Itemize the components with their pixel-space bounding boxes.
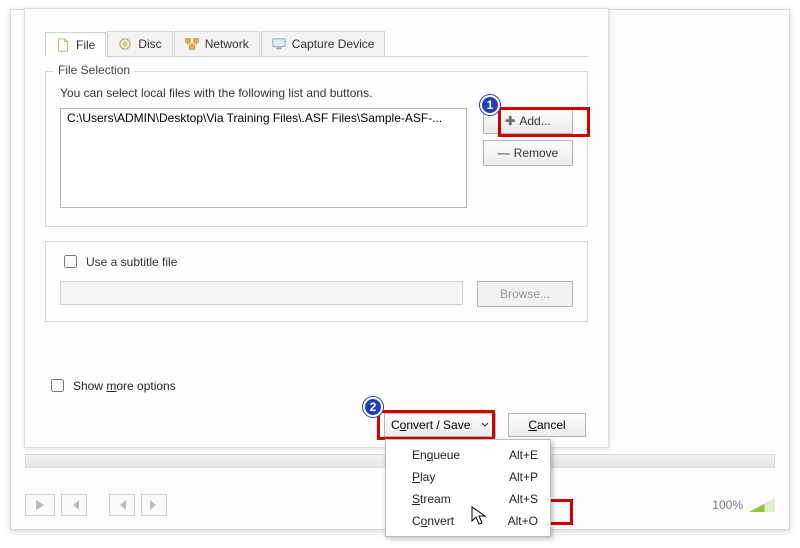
prev-button[interactable] bbox=[61, 494, 87, 516]
volume-text: 100% bbox=[712, 498, 743, 512]
convert-menu: Enqueue Alt+E Play Alt+P Stream Alt+S Co… bbox=[385, 439, 551, 537]
menu-item-convert[interactable]: Convert Alt+O bbox=[386, 510, 550, 532]
volume-control[interactable]: 100% bbox=[712, 498, 775, 512]
tab-disc-label: Disc bbox=[138, 37, 161, 51]
dropdown-arrow-icon bbox=[481, 418, 489, 432]
menu-item-label: Stream bbox=[412, 492, 451, 506]
tab-bar: File Disc Network Capture Device bbox=[45, 31, 588, 57]
menu-item-label: Enqueue bbox=[412, 448, 460, 462]
remove-button-label: Remove bbox=[514, 146, 559, 160]
tab-network[interactable]: Network bbox=[174, 31, 260, 56]
menu-item-hotkey: Alt+E bbox=[509, 448, 538, 462]
file-icon bbox=[56, 38, 70, 52]
volume-slider-icon[interactable] bbox=[749, 498, 775, 512]
plus-icon: ✚ bbox=[505, 114, 515, 128]
next-track-button[interactable] bbox=[141, 494, 167, 516]
menu-item-enqueue[interactable]: Enqueue Alt+E bbox=[386, 444, 550, 466]
capture-icon bbox=[272, 37, 286, 51]
callout-badge-2: 2 bbox=[363, 397, 383, 417]
show-more-label: Show more options bbox=[73, 379, 176, 393]
tab-file-label: File bbox=[76, 38, 95, 52]
prev-track-button[interactable] bbox=[109, 494, 135, 516]
tab-file[interactable]: File bbox=[45, 32, 106, 57]
subtitle-checkbox-label: Use a subtitle file bbox=[86, 255, 177, 269]
file-selection-group: File Selection You can select local file… bbox=[45, 71, 588, 227]
play-button[interactable] bbox=[25, 494, 55, 516]
menu-item-hotkey: Alt+P bbox=[509, 470, 538, 484]
file-list-item[interactable]: C:\Users\ADMIN\Desktop\Via Training File… bbox=[67, 111, 460, 125]
dialog-button-bar: Convert / Save Enqueue Alt+E Play Alt+P … bbox=[384, 413, 586, 437]
menu-item-label: Play bbox=[412, 470, 435, 484]
show-more-checkbox-input[interactable] bbox=[51, 379, 64, 392]
cancel-label: Cancel bbox=[528, 418, 565, 432]
convert-save-button[interactable]: Convert / Save Enqueue Alt+E Play Alt+P … bbox=[384, 413, 496, 437]
menu-item-hotkey: Alt+O bbox=[508, 514, 538, 528]
subtitle-checkbox[interactable]: Use a subtitle file bbox=[60, 252, 573, 271]
menu-item-label: Convert bbox=[412, 514, 454, 528]
remove-button[interactable]: — Remove bbox=[483, 140, 573, 166]
minus-icon: — bbox=[498, 146, 510, 160]
tab-capture-label: Capture Device bbox=[292, 37, 375, 51]
network-icon bbox=[185, 37, 199, 51]
callout-badge-1: 1 bbox=[480, 95, 500, 115]
convert-save-label: Convert / Save bbox=[391, 418, 470, 432]
tab-network-label: Network bbox=[205, 37, 249, 51]
tab-disc[interactable]: Disc bbox=[107, 31, 172, 56]
browse-button: Browse... bbox=[477, 281, 573, 307]
add-button-label: Add... bbox=[519, 114, 550, 128]
menu-item-stream[interactable]: Stream Alt+S bbox=[386, 488, 550, 510]
file-selection-legend: File Selection bbox=[54, 63, 134, 77]
subtitle-checkbox-input[interactable] bbox=[64, 255, 77, 268]
file-list[interactable]: C:\Users\ADMIN\Desktop\Via Training File… bbox=[60, 108, 467, 208]
show-more-checkbox[interactable]: Show more options bbox=[47, 376, 176, 395]
disc-icon bbox=[118, 37, 132, 51]
browse-button-label: Browse... bbox=[500, 287, 550, 301]
subtitle-path-input bbox=[60, 281, 463, 305]
tab-capture[interactable]: Capture Device bbox=[261, 31, 386, 56]
menu-item-play[interactable]: Play Alt+P bbox=[386, 466, 550, 488]
open-media-dialog: File Disc Network Capture Device bbox=[24, 8, 609, 448]
cancel-button[interactable]: Cancel bbox=[508, 413, 586, 437]
menu-item-hotkey: Alt+S bbox=[509, 492, 538, 506]
subtitle-group: Use a subtitle file Browse... bbox=[45, 241, 588, 322]
